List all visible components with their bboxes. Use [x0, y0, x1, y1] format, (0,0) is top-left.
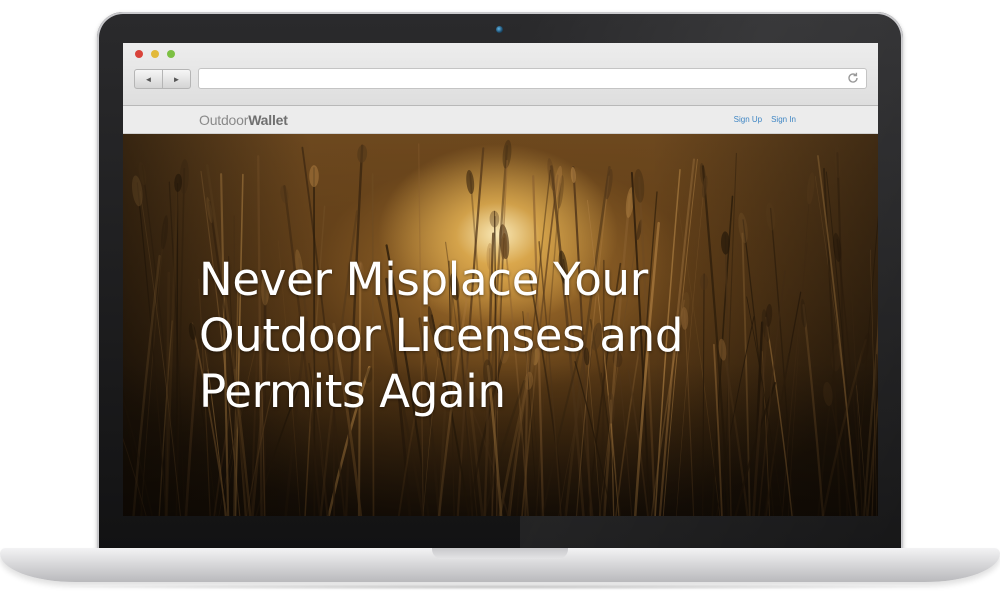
traffic-light-minimize-icon[interactable] [151, 50, 159, 58]
sign-up-link[interactable]: Sign Up [734, 115, 762, 124]
logo-text-bold: Wallet [248, 112, 288, 128]
history-nav: ◄ ► [134, 69, 191, 89]
forward-arrow-icon[interactable]: ► [162, 70, 190, 88]
logo-text-light: Outdoor [199, 112, 249, 128]
sign-in-link[interactable]: Sign In [771, 115, 796, 124]
site-header: OutdoorWallet Sign Up Sign In [123, 106, 878, 134]
hero-headline: Never Misplace Your Outdoor Licenses and… [199, 253, 684, 418]
laptop-opening-notch [432, 548, 568, 559]
reload-icon[interactable] [846, 71, 860, 85]
back-arrow-icon[interactable]: ◄ [135, 70, 162, 88]
webcam-icon [496, 26, 503, 33]
site-logo[interactable]: OutdoorWallet [199, 112, 288, 128]
browser-chrome: ◄ ► [123, 43, 878, 106]
auth-nav: Sign Up Sign In [734, 115, 796, 124]
laptop-shadow [40, 584, 960, 590]
traffic-light-close-icon[interactable] [135, 50, 143, 58]
address-bar[interactable] [198, 68, 867, 89]
laptop-screen: ◄ ► OutdoorWallet Sign Up Sign In Never … [123, 43, 878, 516]
hero-section: Never Misplace Your Outdoor Licenses and… [123, 134, 878, 516]
traffic-light-zoom-icon[interactable] [167, 50, 175, 58]
